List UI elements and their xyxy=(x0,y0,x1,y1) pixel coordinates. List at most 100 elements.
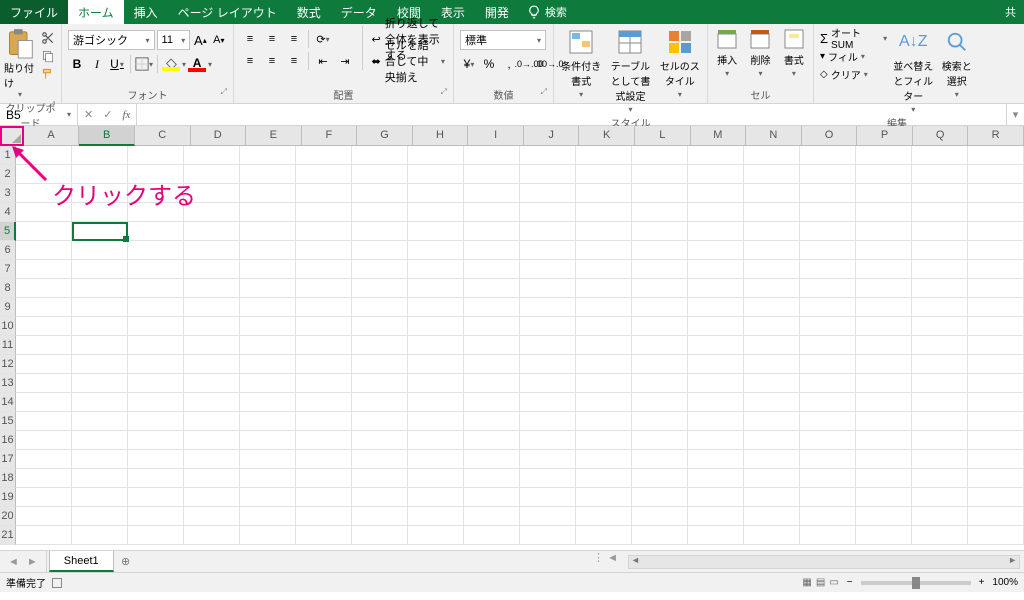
cell[interactable] xyxy=(464,431,520,450)
cell[interactable] xyxy=(632,241,688,260)
cell[interactable] xyxy=(968,393,1024,412)
col-header-M[interactable]: M xyxy=(691,126,747,145)
cell[interactable] xyxy=(632,374,688,393)
cell[interactable] xyxy=(632,431,688,450)
cell[interactable] xyxy=(744,450,800,469)
row-header-12[interactable]: 12 xyxy=(0,355,16,374)
cell[interactable] xyxy=(968,222,1024,241)
cell[interactable] xyxy=(576,241,632,260)
cell[interactable] xyxy=(856,355,912,374)
cell[interactable] xyxy=(464,469,520,488)
cell[interactable] xyxy=(72,184,128,203)
cell[interactable] xyxy=(744,184,800,203)
cell[interactable] xyxy=(16,374,72,393)
zoom-in-button[interactable]: + xyxy=(979,577,985,588)
cell[interactable] xyxy=(296,507,352,526)
cell[interactable] xyxy=(744,298,800,317)
col-header-J[interactable]: J xyxy=(524,126,580,145)
cell[interactable] xyxy=(408,526,464,545)
cell[interactable] xyxy=(912,412,968,431)
cell[interactable] xyxy=(800,260,856,279)
cell[interactable] xyxy=(688,469,744,488)
cell[interactable] xyxy=(688,507,744,526)
cell[interactable] xyxy=(856,317,912,336)
cell[interactable] xyxy=(688,241,744,260)
cell[interactable] xyxy=(632,488,688,507)
row-header-17[interactable]: 17 xyxy=(0,450,16,469)
cell[interactable] xyxy=(576,469,632,488)
cell[interactable] xyxy=(632,165,688,184)
cell[interactable] xyxy=(352,374,408,393)
font-size-combo[interactable]: 11▾ xyxy=(157,30,191,50)
cell[interactable] xyxy=(240,317,296,336)
copy-button[interactable] xyxy=(39,48,57,64)
cell[interactable] xyxy=(184,241,240,260)
cell[interactable] xyxy=(184,526,240,545)
cell[interactable] xyxy=(16,203,72,222)
row-header-8[interactable]: 8 xyxy=(0,279,16,298)
col-header-I[interactable]: I xyxy=(468,126,524,145)
cell[interactable] xyxy=(520,203,576,222)
increase-indent-button[interactable]: ⇥ xyxy=(335,52,355,70)
cell[interactable] xyxy=(912,450,968,469)
tab-data[interactable]: データ xyxy=(331,0,387,24)
cell[interactable] xyxy=(912,374,968,393)
cell[interactable] xyxy=(408,222,464,241)
cell[interactable] xyxy=(16,260,72,279)
cell[interactable] xyxy=(464,279,520,298)
cell[interactable] xyxy=(856,279,912,298)
cell[interactable] xyxy=(744,431,800,450)
cell[interactable] xyxy=(184,469,240,488)
cell[interactable] xyxy=(744,317,800,336)
cell[interactable] xyxy=(632,355,688,374)
cell[interactable] xyxy=(856,165,912,184)
cell[interactable] xyxy=(576,450,632,469)
cell[interactable] xyxy=(744,336,800,355)
cell[interactable] xyxy=(408,336,464,355)
zoom-out-button[interactable]: − xyxy=(847,577,853,588)
cell[interactable] xyxy=(520,431,576,450)
cell[interactable] xyxy=(16,279,72,298)
clear-button[interactable]: ◇クリア▾ xyxy=(820,66,887,82)
cell[interactable] xyxy=(800,526,856,545)
cell[interactable] xyxy=(352,355,408,374)
cell[interactable] xyxy=(464,184,520,203)
cell[interactable] xyxy=(968,146,1024,165)
cell[interactable] xyxy=(968,374,1024,393)
cell[interactable] xyxy=(296,488,352,507)
row-header-6[interactable]: 6 xyxy=(0,241,16,260)
cell[interactable] xyxy=(16,526,72,545)
cell[interactable] xyxy=(72,165,128,184)
cell[interactable] xyxy=(72,146,128,165)
col-header-Q[interactable]: Q xyxy=(913,126,969,145)
cell[interactable] xyxy=(408,412,464,431)
cell[interactable] xyxy=(576,393,632,412)
cell[interactable] xyxy=(576,336,632,355)
cell[interactable] xyxy=(240,355,296,374)
cell[interactable] xyxy=(744,469,800,488)
align-top-button[interactable]: ≡ xyxy=(240,30,260,48)
expand-formula-bar-button[interactable]: ▾ xyxy=(1006,104,1024,125)
cell[interactable] xyxy=(744,355,800,374)
cell[interactable] xyxy=(240,279,296,298)
cell[interactable] xyxy=(576,222,632,241)
col-header-L[interactable]: L xyxy=(635,126,691,145)
cell[interactable] xyxy=(968,298,1024,317)
cell[interactable] xyxy=(16,507,72,526)
cell[interactable] xyxy=(744,526,800,545)
col-header-E[interactable]: E xyxy=(246,126,302,145)
cell[interactable] xyxy=(352,469,408,488)
cell[interactable] xyxy=(72,355,128,374)
cell[interactable] xyxy=(800,146,856,165)
percent-button[interactable]: % xyxy=(480,54,498,74)
cell[interactable] xyxy=(184,146,240,165)
row-header-15[interactable]: 15 xyxy=(0,412,16,431)
cell[interactable] xyxy=(744,222,800,241)
cell[interactable] xyxy=(408,260,464,279)
cell[interactable] xyxy=(520,279,576,298)
col-header-C[interactable]: C xyxy=(135,126,191,145)
cell[interactable] xyxy=(352,279,408,298)
cell[interactable] xyxy=(856,184,912,203)
cell[interactable] xyxy=(688,355,744,374)
decrease-indent-button[interactable]: ⇤ xyxy=(313,52,333,70)
